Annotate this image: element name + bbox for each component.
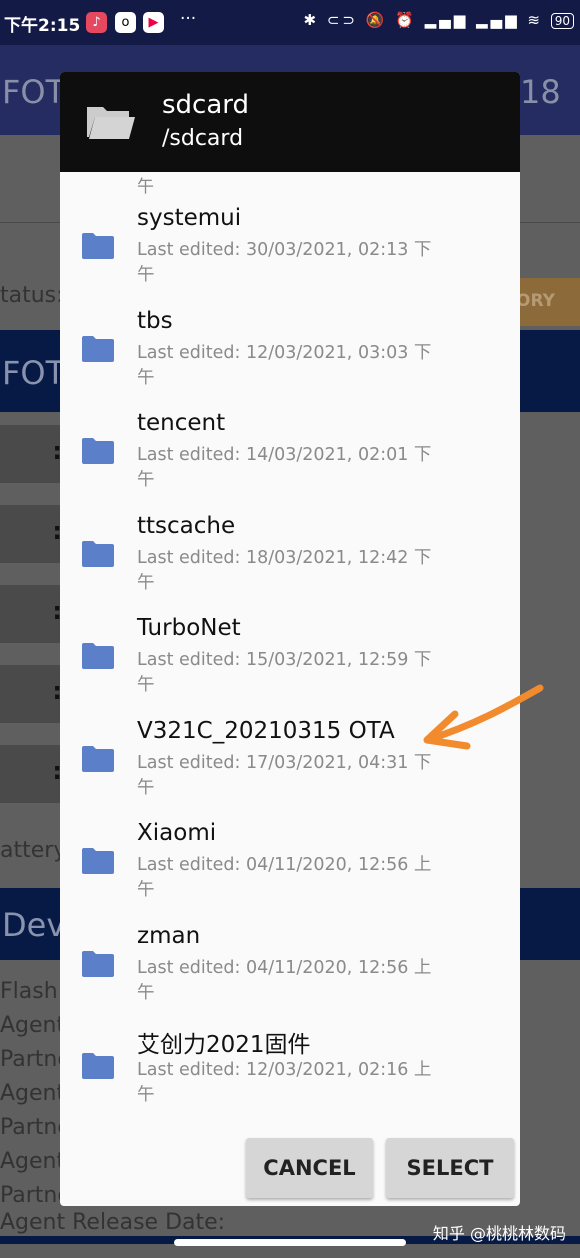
watermark: 知乎 @桃桃林数码 [432, 1224, 566, 1243]
folder-icon [82, 643, 114, 669]
folder-item[interactable]: zman Last edited: 04/11/2020, 12:56 上午 [60, 910, 520, 1012]
play-icon: ▶ [143, 12, 164, 33]
folder-name: V321C_20210315 OTA [137, 717, 395, 744]
dialog-path: /sdcard [162, 126, 244, 151]
app-title-suffix: 18 [520, 73, 561, 111]
folder-list[interactable]: 午 systemui Last edited: 30/03/2021, 02:13… [60, 172, 520, 1132]
dialog-title: sdcard [162, 90, 250, 120]
battery-icon: 90 [550, 13, 574, 29]
douyin-icon: ♪ [86, 12, 107, 33]
folder-date: Last edited: 18/03/2021, 12:42 下午 [137, 547, 432, 593]
dialog-header: sdcard /sdcard [60, 72, 520, 172]
folder-name: 艾创力2021固件 [137, 1032, 311, 1058]
folder-date: Last edited: 04/11/2020, 12:56 上午 [137, 957, 432, 1003]
history-button[interactable]: ORY [510, 278, 580, 326]
folder-item[interactable]: 艾创力2021固件 Last edited: 12/03/2021, 02:16 … [60, 1012, 520, 1114]
folder-icon [82, 335, 114, 362]
status-bar: 下午2:15 ♪ o ▶ ··· ✱ ⊂⊃ 🔕 ⏰ ▂▄▆ ▂▄▆ ≋ 90 [0, 0, 580, 45]
folder-icon [82, 540, 114, 567]
folder-date: Last edited: 12/03/2021, 03:03 下午 [137, 342, 432, 388]
battery-label: attery [0, 838, 67, 863]
folder-name: zman [137, 922, 201, 949]
folder-name: TurboNet [137, 615, 241, 641]
folder-item[interactable]: tencent Last edited: 14/03/2021, 02:01 下午 [60, 397, 520, 499]
more-icon: ··· [180, 9, 197, 29]
folder-name: tbs [137, 307, 173, 334]
folder-name: Xiaomi [137, 820, 217, 846]
folder-date: Last edited: 14/03/2021, 02:01 下午 [137, 445, 432, 490]
folder-picker-dialog: sdcard /sdcard 午 systemui Last edited: 30… [60, 72, 520, 1206]
folder-date: Last edited: 30/03/2021, 02:13 下午 [137, 240, 432, 285]
folder-item[interactable]: systemui Last edited: 30/03/2021, 02:13 下… [60, 192, 520, 294]
folder-icon [82, 950, 114, 977]
folder-icon [82, 438, 114, 464]
folder-date: Last edited: 17/03/2021, 04:31 下午 [137, 752, 432, 798]
folder-date: Last edited: 15/03/2021, 12:59 下午 [137, 650, 432, 695]
folder-name: ttscache [137, 512, 236, 539]
camera-icon: o [115, 12, 136, 33]
status-icons: ✱ ⊂⊃ 🔕 ⏰ ▂▄▆ ▂▄▆ ≋ 90 [304, 11, 574, 29]
folder-name: tencent [137, 410, 226, 436]
clock: 下午2:15 [4, 16, 81, 36]
folder-icon [82, 233, 114, 259]
folder-icon [82, 848, 114, 874]
folder-date: Last edited: 04/11/2020, 12:56 上午 [137, 855, 432, 900]
release-date-label: Agent Release Date: [0, 1210, 226, 1235]
status-label: tatus: [0, 283, 64, 308]
folder-open-icon [87, 107, 135, 139]
folder-date: Last edited: 12/03/2021, 02:16 上午 [137, 1060, 432, 1105]
folder-name: systemui [137, 205, 242, 231]
home-indicator[interactable] [174, 1239, 406, 1246]
app-title: FOT [2, 73, 66, 111]
folder-icon [82, 1053, 114, 1079]
folder-item[interactable]: tbs Last edited: 12/03/2021, 03:03 下午 [60, 295, 520, 397]
select-button[interactable]: SELECT [386, 1138, 514, 1198]
annotation-arrow [423, 684, 544, 750]
folder-icon [82, 745, 114, 772]
folder-item[interactable]: Xiaomi Last edited: 04/11/2020, 12:56 上午 [60, 807, 520, 909]
cancel-button[interactable]: CANCEL [246, 1138, 373, 1198]
folder-item[interactable]: ttscache Last edited: 18/03/2021, 12:42 下… [60, 500, 520, 602]
